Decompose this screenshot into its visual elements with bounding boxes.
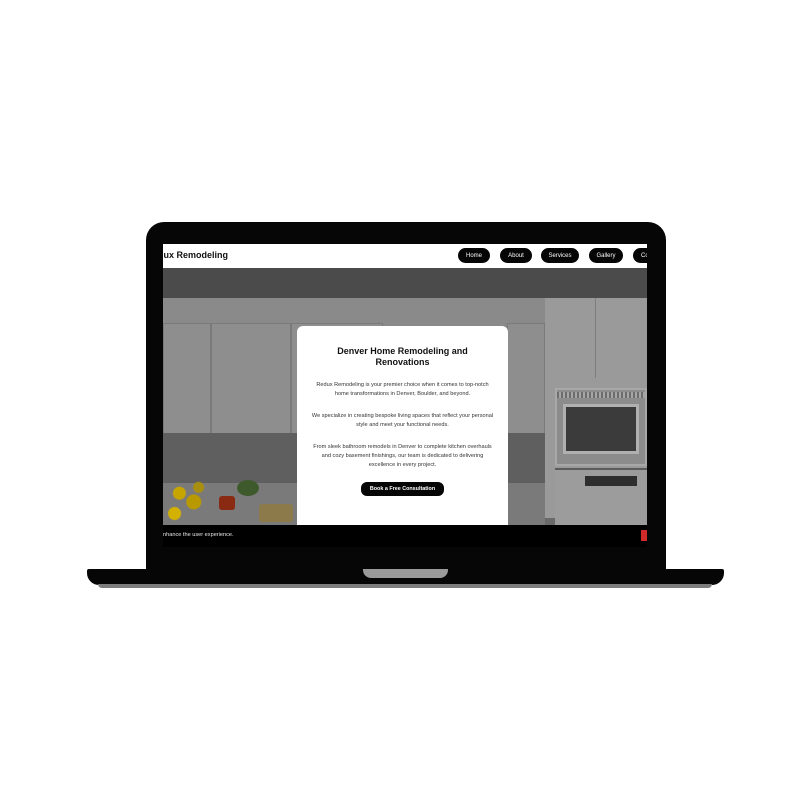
nav-services-button[interactable]: Services	[541, 248, 579, 263]
hero-title: Denver Home Remodeling and Renovations	[337, 346, 468, 367]
cookie-accept-button[interactable]	[641, 530, 647, 541]
laptop-base-shadow	[98, 584, 712, 588]
nav-gallery-button[interactable]: Gallery	[589, 248, 623, 263]
hero-paragraph-specialize: We specialize in creating bespoke living…	[311, 413, 494, 428]
red-jar-decor	[219, 496, 235, 510]
book-consultation-button[interactable]: Book a Free Consultation	[360, 482, 445, 496]
pot-decor	[259, 504, 293, 522]
cookie-consent-bar: nhance the user experience.	[163, 525, 647, 547]
mockup-stage: lux Remodeling Home About Services Galle…	[0, 0, 810, 810]
upper-cabinet	[507, 323, 545, 435]
kitchen-ceiling	[163, 268, 647, 298]
microwave	[555, 388, 647, 466]
nav-contact-button[interactable]: Co	[633, 248, 647, 263]
hero-content-card: Denver Home Remodeling and Renovations R…	[297, 326, 508, 536]
cookie-message: nhance the user experience.	[163, 532, 234, 538]
brand-logo-text[interactable]: lux Remodeling	[163, 250, 228, 260]
upper-cabinet	[163, 323, 211, 435]
nav-about-button[interactable]: About	[500, 248, 532, 263]
hero-paragraph-services: From sleek bathroom remodels in Denver t…	[313, 444, 492, 468]
upper-cabinet	[211, 323, 291, 435]
cabinet-seam	[595, 298, 596, 378]
laptop-screen: lux Remodeling Home About Services Galle…	[163, 244, 647, 547]
microwave-vent	[557, 392, 645, 398]
oven-control-panel	[585, 476, 637, 486]
oven	[555, 468, 647, 530]
microwave-door	[563, 404, 639, 454]
hero-paragraph-intro: Redux Remodeling is your premier choice …	[316, 382, 489, 397]
flowers-decor	[165, 470, 213, 528]
laptop-opening-notch	[363, 569, 448, 578]
site-navbar: lux Remodeling Home About Services Galle…	[163, 244, 647, 268]
plant-decor	[237, 480, 259, 496]
nav-home-button[interactable]: Home	[458, 248, 490, 263]
